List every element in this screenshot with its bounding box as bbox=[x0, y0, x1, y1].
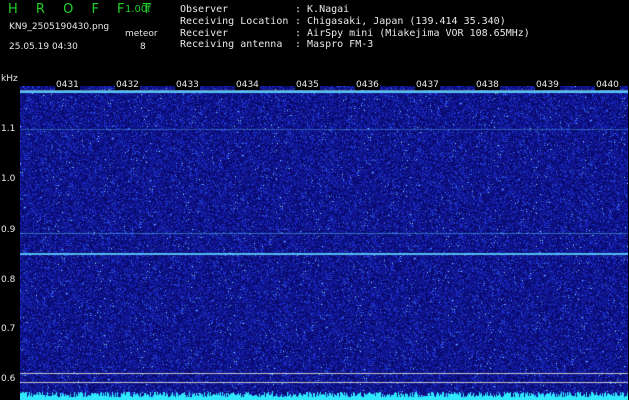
info-value-antenna: : Maspro FM-3 bbox=[295, 39, 374, 50]
x-tick-label: 0431 bbox=[55, 80, 80, 90]
info-label-location: Receiving Location bbox=[180, 16, 289, 27]
info-label-observer: Observer bbox=[180, 4, 229, 15]
x-tick-label: 0437 bbox=[415, 80, 440, 90]
version-label: 1.00f bbox=[125, 4, 151, 15]
meteor-label: meteor bbox=[125, 29, 158, 39]
x-tick-label: 0435 bbox=[295, 80, 320, 90]
x-tick-label: 0434 bbox=[235, 80, 260, 90]
y-tick-label: 0.8 bbox=[1, 275, 16, 285]
info-label-antenna: Receiving antenna bbox=[180, 39, 283, 50]
y-tick-label: 0.7 bbox=[1, 324, 16, 334]
y-axis-unit: kHz bbox=[1, 74, 18, 84]
x-tick-label: 0440 bbox=[595, 80, 620, 90]
y-tick-label: 1.0 bbox=[1, 174, 16, 184]
header-panel: H R O F F T 1.00f KN9_2505190430.png 25.… bbox=[0, 0, 629, 73]
spectrogram bbox=[20, 86, 628, 400]
y-tick-label: 0.9 bbox=[1, 225, 16, 235]
x-tick-label: 0438 bbox=[475, 80, 500, 90]
info-value-location: : Chigasaki, Japan (139.414 35.340) bbox=[295, 16, 506, 27]
meteor-count: 8 bbox=[140, 42, 146, 52]
y-tick-label: 1.1 bbox=[1, 124, 16, 134]
info-value-receiver: : AirSpy mini (Miakejima VOR 108.65MHz) bbox=[295, 28, 530, 39]
info-label-receiver: Receiver bbox=[180, 28, 229, 39]
file-name: KN9_2505190430.png bbox=[9, 22, 110, 32]
x-tick-label: 0436 bbox=[355, 80, 380, 90]
x-tick-label: 0433 bbox=[175, 80, 200, 90]
info-value-observer: : K.Nagai bbox=[295, 4, 350, 15]
y-tick-label: 0.6 bbox=[1, 374, 16, 384]
date-time: 25.05.19 04:30 bbox=[9, 42, 78, 52]
x-tick-label: 0432 bbox=[115, 80, 140, 90]
x-tick-label: 0439 bbox=[535, 80, 560, 90]
